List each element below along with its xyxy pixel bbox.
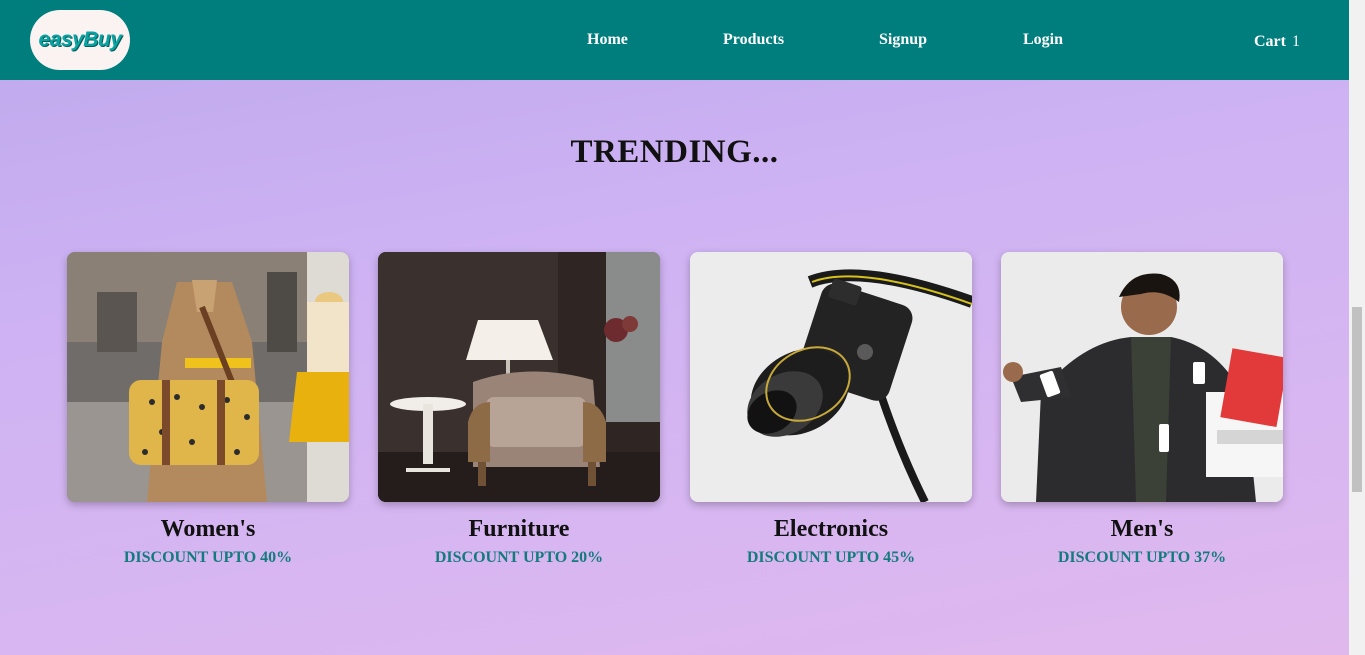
category-card-mens[interactable]: Men's DISCOUNT UPTO 37%: [1001, 252, 1283, 567]
section-heading: TRENDING...: [570, 134, 779, 170]
nav-login-link[interactable]: Login: [1023, 31, 1063, 49]
card-title: Women's: [160, 516, 256, 542]
mens-fashion-photo[interactable]: [1001, 252, 1283, 502]
logo-text: easyBuy: [38, 28, 122, 51]
navbar: easyBuy Home Products Signup Login Cart 1: [0, 0, 1349, 80]
cart-button[interactable]: Cart 1: [1254, 33, 1300, 51]
nav-products-link[interactable]: Products: [723, 31, 784, 49]
cart-label: Cart: [1254, 33, 1286, 50]
category-card-womens[interactable]: Women's DISCOUNT UPTO 40%: [67, 252, 349, 567]
card-discount: DISCOUNT UPTO 40%: [123, 549, 293, 566]
card-discount: DISCOUNT UPTO 45%: [746, 549, 916, 566]
camera-photo[interactable]: [690, 252, 972, 502]
nav-signup-link[interactable]: Signup: [879, 31, 927, 49]
card-title: Men's: [1110, 516, 1174, 542]
vertical-scrollbar[interactable]: [1349, 0, 1365, 655]
scrollbar-thumb[interactable]: [1352, 307, 1362, 492]
card-discount: DISCOUNT UPTO 20%: [434, 549, 604, 566]
nav-home-link[interactable]: Home: [587, 31, 628, 49]
card-title: Furniture: [468, 516, 570, 542]
cart-count: 1: [1291, 33, 1300, 50]
card-title: Electronics: [773, 516, 889, 542]
category-card-furniture[interactable]: Furniture DISCOUNT UPTO 20%: [378, 252, 660, 567]
furniture-photo[interactable]: [378, 252, 660, 502]
category-card-electronics[interactable]: Electronics DISCOUNT UPTO 45%: [690, 252, 972, 567]
card-discount: DISCOUNT UPTO 37%: [1057, 549, 1227, 566]
brand-logo[interactable]: easyBuy: [30, 10, 130, 70]
womens-fashion-photo[interactable]: [67, 252, 349, 502]
